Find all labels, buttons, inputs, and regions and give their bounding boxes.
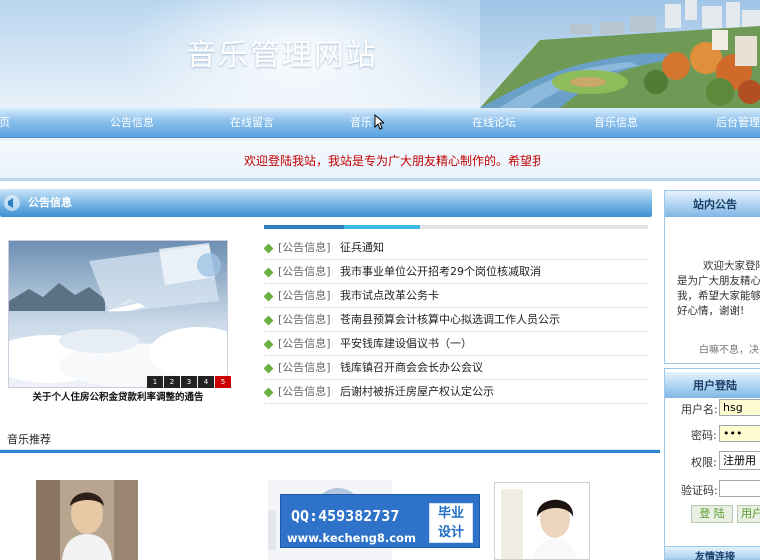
list-item-title[interactable]: 我市试点改革公务卡 [340, 284, 439, 307]
notice-line: 欢迎大家登陆 [703, 260, 760, 272]
news-tab-indicator [264, 225, 648, 229]
contact-watermark: QQ:459382737 www.kecheng8.com 毕业 设计 [280, 494, 480, 548]
user-login-header: 用户登陆 [665, 372, 760, 398]
bullet-icon [264, 315, 274, 326]
nav-item-music[interactable]: 音乐 [350, 108, 372, 138]
list-item-title[interactable]: 钱库镇召开商会会长办公会议 [340, 356, 483, 379]
pager-button[interactable]: 3 [181, 376, 197, 388]
pager-button[interactable]: 2 [164, 376, 180, 388]
user-login-title: 用户登陆 [693, 379, 737, 392]
list-item-title[interactable]: 平安钱库建设倡议书（一） [340, 332, 472, 355]
welcome-marquee-bar: 欢迎登陆我站，我站是专为广大朋友精心制作的。希望我 [0, 139, 760, 181]
login-button[interactable]: 登 陆 [691, 505, 733, 523]
register-button[interactable]: 用户 [737, 505, 760, 523]
password-label: 密码: [691, 429, 717, 442]
watermark-url: www.kecheng8.com [287, 531, 416, 545]
pager-button-active[interactable]: 5 [215, 376, 231, 388]
singer-photo-image [495, 483, 589, 559]
list-item-category[interactable]: [公告信息] [278, 380, 331, 403]
list-item[interactable]: [公告信息] 钱库镇召开商会会长办公会议 [264, 356, 648, 380]
list-item-title[interactable]: 苍南县预算会计核算中心拟选调工作人员公示 [340, 308, 560, 331]
list-item-title[interactable]: 征兵通知 [340, 236, 384, 259]
list-item[interactable]: [公告信息] 我市试点改革公务卡 [264, 284, 648, 308]
bullet-icon [264, 363, 274, 374]
bullet-icon [264, 243, 274, 254]
notice-line: 我，希望大家能够 [677, 290, 760, 302]
music-thumbnail[interactable] [494, 482, 590, 560]
image-pager: 1 2 3 4 5 [146, 376, 231, 388]
list-item-title[interactable]: 后谢村被拆迁房屋产权认定公示 [340, 380, 494, 403]
watermark-badge: 毕业 设计 [429, 503, 473, 543]
list-item-category[interactable]: [公告信息] [278, 356, 331, 379]
singer-photo-image [36, 480, 138, 560]
captcha-input[interactable] [719, 480, 760, 497]
nav-item-announcements[interactable]: 公告信息 [110, 108, 154, 138]
bullet-icon [264, 267, 274, 278]
music-recommend-header: 音乐推荐 [0, 428, 660, 450]
list-item-category[interactable]: [公告信息] [278, 236, 331, 259]
banner-city-landscape [480, 0, 760, 108]
captcha-label: 验证码: [681, 484, 718, 497]
tab-indicator-primary [264, 225, 344, 229]
featured-announcement-caption[interactable]: 关于个人住房公积金贷款利率调整的通告 [8, 389, 228, 403]
list-item-category[interactable]: [公告信息] [278, 284, 331, 307]
role-select[interactable]: 注册用 [719, 451, 760, 470]
welcome-marquee-text: 欢迎登陆我站，我站是专为广大朋友精心制作的。希望我 [244, 154, 540, 168]
announcement-list: [公告信息] 征兵通知 [公告信息] 我市事业单位公开招考29个岗位核减取消 [… [264, 236, 648, 404]
sky-airplane-image [9, 241, 227, 387]
nav-item-guestbook[interactable]: 在线留言 [230, 108, 274, 138]
friend-links-panel-header: 友情连接 [664, 546, 760, 560]
list-item-category[interactable]: [公告信息] [278, 308, 331, 331]
mouse-cursor-icon [374, 114, 384, 130]
section-divider [0, 450, 660, 453]
site-title: 音乐管理网站 [186, 38, 378, 73]
list-item[interactable]: [公告信息] 征兵通知 [264, 236, 648, 260]
nav-item-admin[interactable]: 后台管理 [716, 108, 760, 138]
friend-links-title: 友情连接 [695, 552, 735, 560]
list-item-category[interactable]: [公告信息] [278, 260, 331, 283]
site-notice-title: 站内公告 [693, 198, 737, 211]
list-item-category[interactable]: [公告信息] [278, 332, 331, 355]
password-input[interactable]: ••• [719, 425, 760, 442]
music-recommend-title: 音乐推荐 [7, 433, 51, 446]
bullet-icon [264, 291, 274, 302]
pager-button[interactable]: 1 [147, 376, 163, 388]
bullet-icon [264, 387, 274, 398]
announcement-icon [4, 195, 20, 211]
site-notice-header: 站内公告 [665, 191, 760, 217]
list-item[interactable]: [公告信息] 苍南县预算会计核算中心拟选调工作人员公示 [264, 308, 648, 332]
watermark-badge-line: 设计 [437, 525, 464, 540]
bullet-icon [264, 339, 274, 350]
notice-line: 是为广大朋友精心 [677, 275, 760, 287]
site-notice-panel: 站内公告 欢迎大家登陆 是为广大朋友精心 我，希望大家能够 好心情，谢谢! 白嘛… [664, 190, 760, 364]
list-item-title[interactable]: 我市事业单位公开招考29个岗位核减取消 [340, 260, 541, 283]
notice-line: 好心情，谢谢! [677, 305, 745, 317]
list-item[interactable]: [公告信息] 我市事业单位公开招考29个岗位核减取消 [264, 260, 648, 284]
username-input[interactable]: hsg [719, 399, 760, 416]
list-item[interactable]: [公告信息] 平安钱库建设倡议书（一） [264, 332, 648, 356]
page: 音乐管理网站 首页 公告信息 在线留言 音乐 在线论坛 音乐信息 后台管理 欢迎… [0, 0, 760, 560]
pager-button[interactable]: 4 [198, 376, 214, 388]
music-thumbnail[interactable] [36, 480, 138, 560]
nav-item-music-info[interactable]: 音乐信息 [594, 108, 638, 138]
role-label: 权限: [691, 456, 717, 469]
nav-item-forum[interactable]: 在线论坛 [472, 108, 516, 138]
site-banner: 音乐管理网站 [0, 0, 760, 108]
notice-scroll-text: 白嘛不息，决 [699, 345, 759, 356]
watermark-badge-line: 毕业 [437, 506, 464, 521]
tab-indicator-secondary [344, 225, 420, 229]
announcements-panel-title: 公告信息 [28, 196, 72, 209]
nav-item-home[interactable]: 首页 [0, 108, 10, 138]
announcements-panel-header: 公告信息 [0, 189, 652, 217]
site-notice-body: 欢迎大家登陆 是为广大朋友精心 我，希望大家能够 好心情，谢谢! [665, 259, 760, 319]
featured-announcement-image[interactable] [8, 240, 228, 388]
username-label: 用户名: [681, 403, 718, 416]
watermark-qq: QQ:459382737 [291, 507, 400, 525]
list-item[interactable]: [公告信息] 后谢村被拆迁房屋产权认定公示 [264, 380, 648, 404]
user-login-panel: 用户登陆 用户名: hsg 密码: ••• 权限: 注册用 验证码: 登 陆 用… [664, 368, 760, 560]
